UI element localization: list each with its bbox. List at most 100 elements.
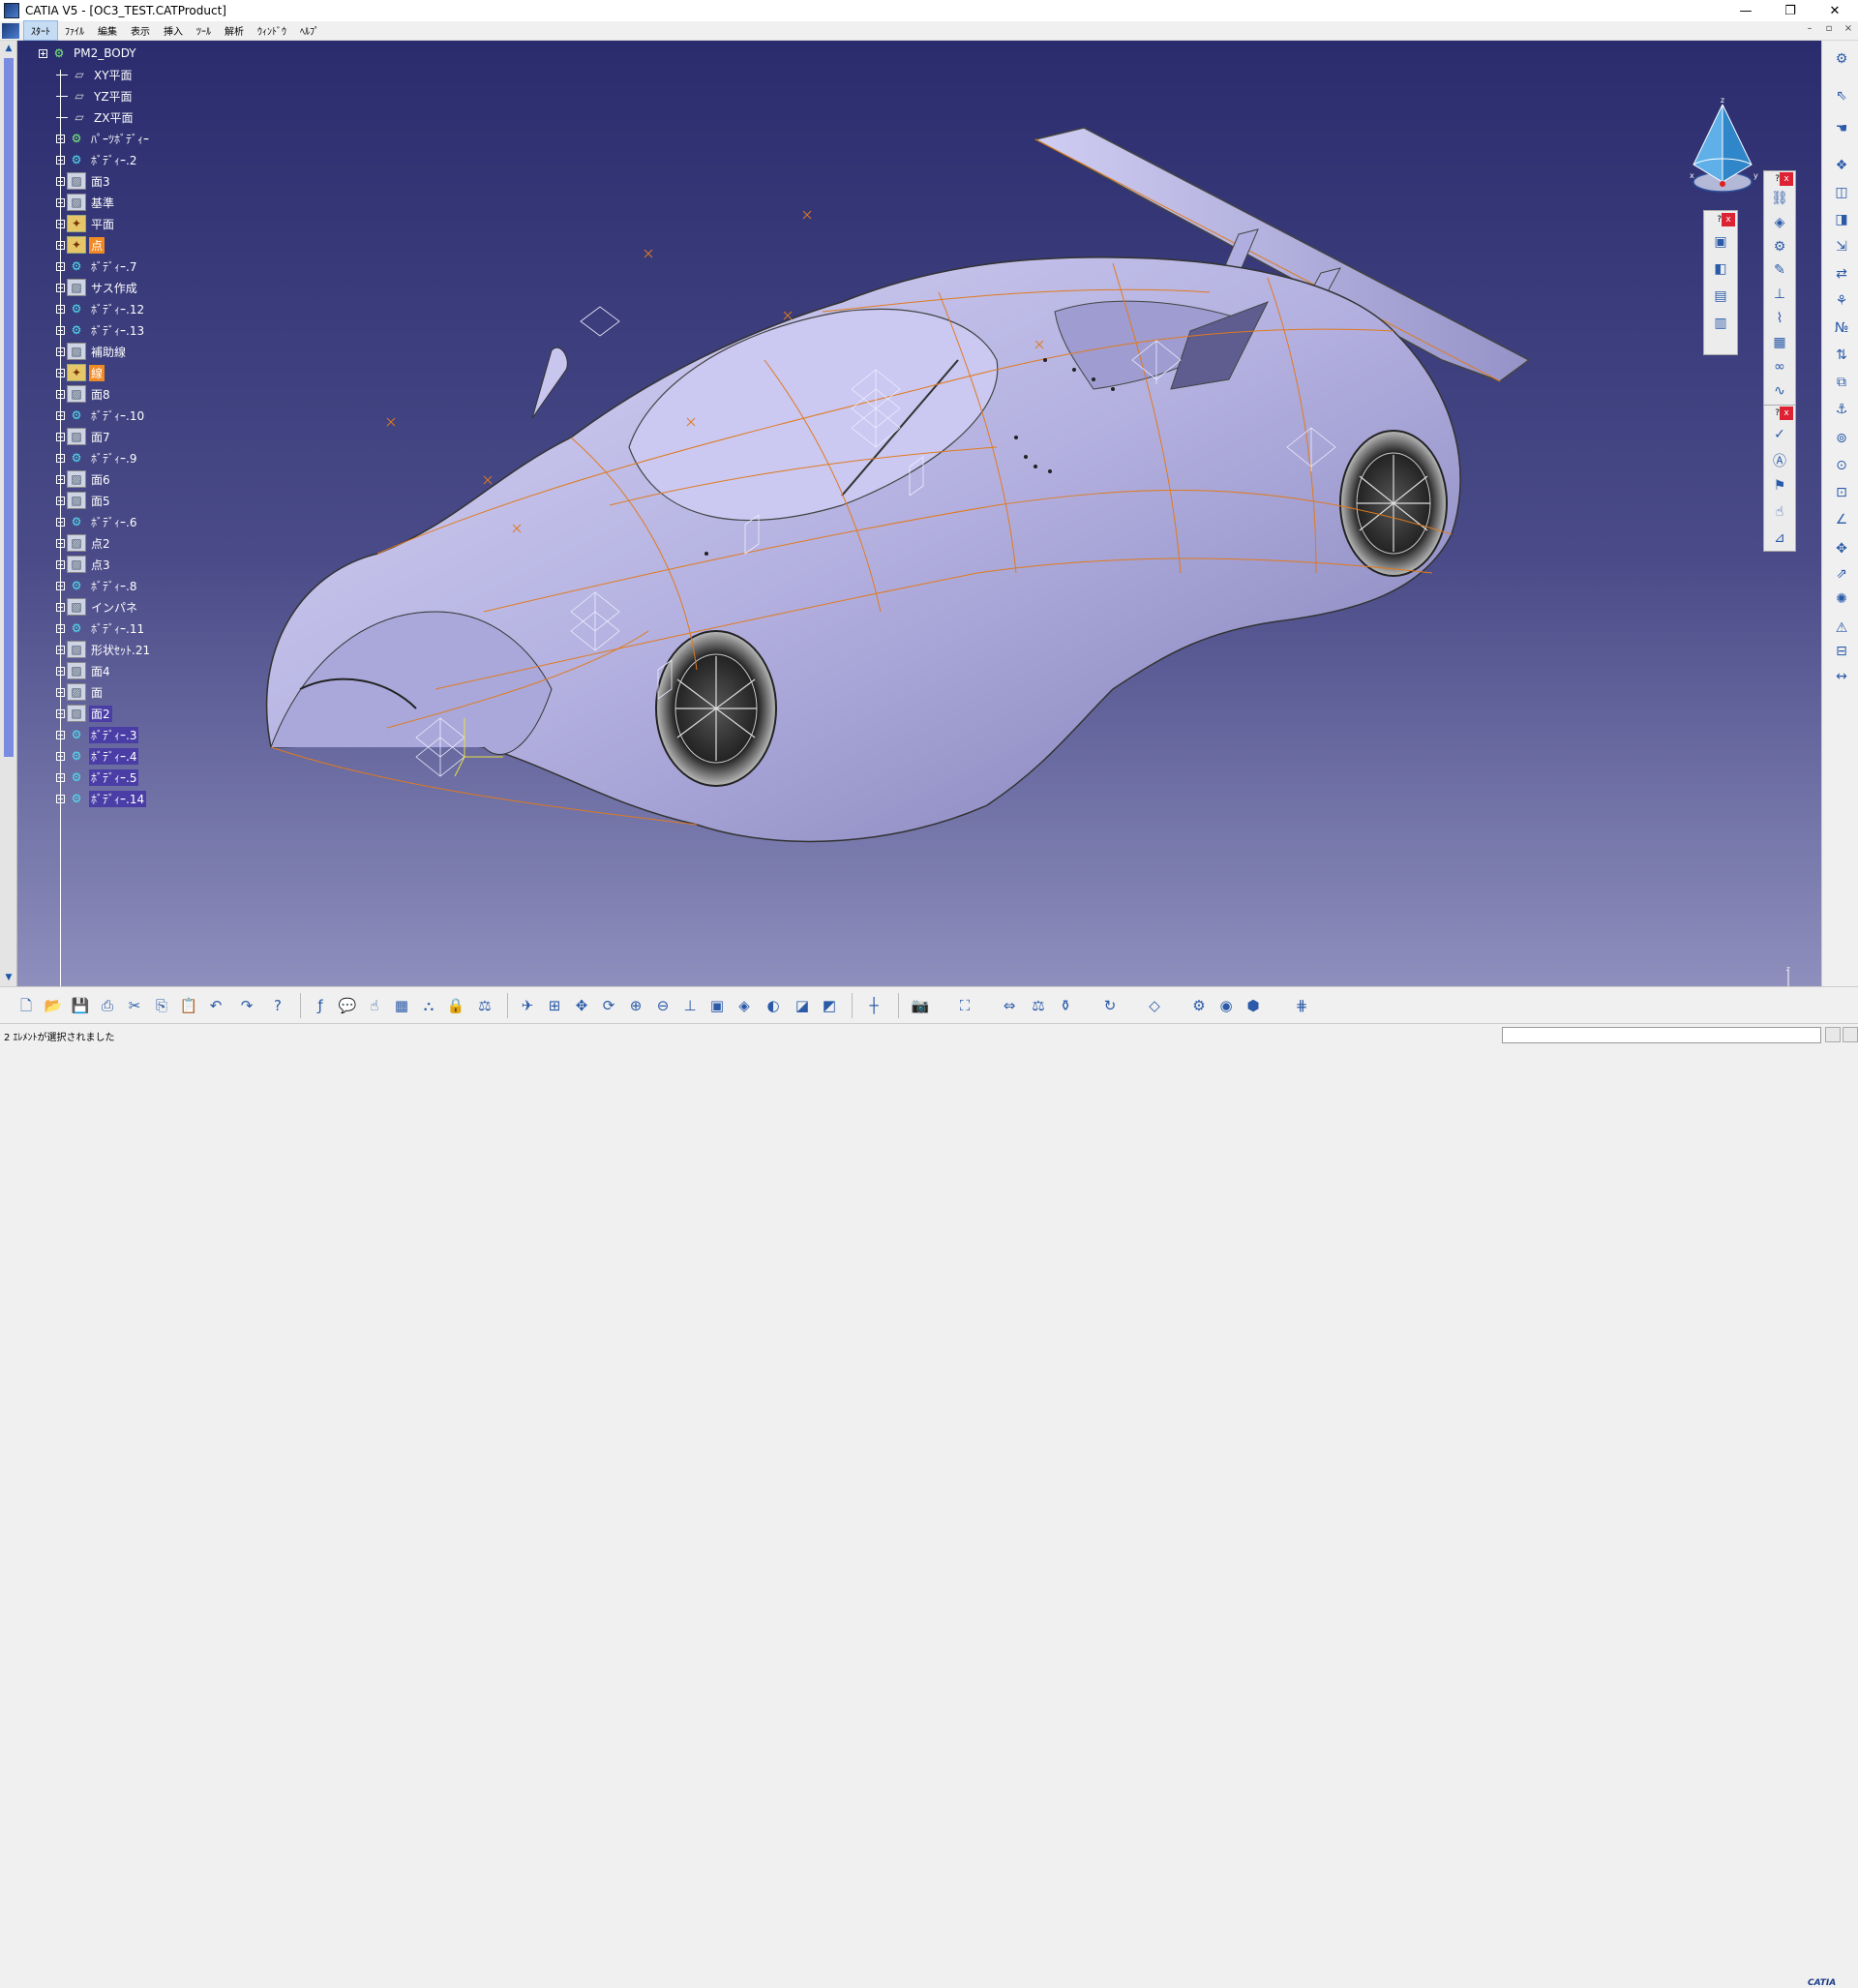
tree-node[interactable]: ▨ 面 xyxy=(56,681,105,703)
expand-icon[interactable] xyxy=(56,538,65,548)
lock-icon[interactable]: 🔒 xyxy=(445,995,466,1016)
command-input[interactable] xyxy=(1502,1027,1821,1043)
box-icon[interactable]: ◈ xyxy=(1769,213,1790,231)
tree-node[interactable]: ⚙ ﾎﾞﾃﾞｨｰ.4 xyxy=(56,745,139,767)
tree-node[interactable]: ⚙ ﾎﾞﾃﾞｨｰ.11 xyxy=(56,617,146,639)
tree-node[interactable]: ⚙ ﾎﾞﾃﾞｨｰ.13 xyxy=(56,319,146,341)
redo-icon[interactable]: ↷ xyxy=(236,995,257,1016)
floating-toolbar-1[interactable]: ? x ▣ ◧ ▤ ▥ xyxy=(1703,210,1738,355)
tree-node[interactable]: ⚙ ﾎﾞﾃﾞｨｰ.12 xyxy=(56,298,146,319)
tree-node[interactable]: ⚙ ﾎﾞﾃﾞｨｰ.14 xyxy=(56,788,147,809)
expand-icon[interactable] xyxy=(56,772,65,782)
expand-icon[interactable] xyxy=(56,219,65,228)
menu-window[interactable]: ｳｨﾝﾄﾞｳ xyxy=(251,21,293,40)
text-annotation-icon[interactable]: Ⓐ xyxy=(1769,451,1790,471)
tree-node[interactable]: ▨ インパネ xyxy=(56,596,139,617)
bottle-icon[interactable]: ⚱ xyxy=(1055,995,1076,1016)
multi-view-icon[interactable]: ▣ xyxy=(706,995,728,1016)
open-file-icon[interactable]: 📂 xyxy=(43,995,64,1016)
frame-icon[interactable]: ▦ xyxy=(1769,334,1790,352)
gears-tool-icon[interactable]: ⚙ xyxy=(1831,48,1852,70)
tree-node[interactable]: ⚙ ﾊﾟｰﾂﾎﾞﾃﾞｨｰ xyxy=(56,128,151,149)
tree-node[interactable]: ▨ 面5 xyxy=(56,490,112,511)
explode-icon[interactable]: ✺ xyxy=(1831,588,1852,610)
move-icon[interactable]: ✥ xyxy=(1831,538,1852,559)
tree-node[interactable]: ▨ 面6 xyxy=(56,468,112,490)
menu-analysis[interactable]: 解析 xyxy=(218,21,251,40)
status-button-2[interactable] xyxy=(1843,1027,1858,1042)
formula-icon[interactable]: ƒ xyxy=(310,995,331,1016)
scrollbar-thumb[interactable] xyxy=(4,58,14,757)
iso-view-icon[interactable]: ◈ xyxy=(734,995,755,1016)
cut-icon[interactable]: ✂ xyxy=(124,995,145,1016)
apply-material-icon[interactable]: ⬢ xyxy=(1243,995,1264,1016)
offset-icon[interactable]: ⊡ xyxy=(1831,482,1852,503)
snap-icon[interactable]: ⇗ xyxy=(1831,563,1852,585)
tree-node[interactable]: ⚙ ﾎﾞﾃﾞｨｰ.8 xyxy=(56,575,138,596)
expand-icon[interactable] xyxy=(56,474,65,484)
pencil-icon[interactable]: ✎ xyxy=(1769,261,1790,280)
menu-help[interactable]: ﾍﾙﾌﾟ xyxy=(293,21,326,40)
zoom-in-icon[interactable]: ⊕ xyxy=(625,995,646,1016)
tree-node[interactable]: ▨ 形状ｾｯﾄ.21 xyxy=(56,639,152,660)
tree-node[interactable]: ▱ XY平面 xyxy=(56,64,135,85)
save-icon[interactable]: 💾 xyxy=(70,995,91,1016)
expand-icon[interactable] xyxy=(56,645,65,654)
grid-icon[interactable]: ⋕ xyxy=(1291,995,1312,1016)
coincidence-icon[interactable]: ⊚ xyxy=(1831,428,1852,449)
paste-icon[interactable]: 📋 xyxy=(178,995,199,1016)
tree-node[interactable]: ▨ 点2 xyxy=(56,532,112,554)
gears-icon[interactable]: ⚙ xyxy=(1769,237,1790,256)
link-icon[interactable]: ⛓ xyxy=(1769,189,1790,207)
collapse-icon[interactable] xyxy=(39,48,47,58)
expand-icon[interactable] xyxy=(56,581,65,590)
sectioning-icon[interactable]: ⊟ xyxy=(1831,641,1852,662)
doc-minimize-button[interactable]: – xyxy=(1802,23,1817,39)
doc-close-button[interactable]: × xyxy=(1841,23,1856,39)
tree-node[interactable]: ✦ 線 xyxy=(56,362,105,383)
toolbar-3-close-button[interactable]: x xyxy=(1780,407,1793,421)
minimize-button[interactable]: — xyxy=(1723,0,1768,21)
close-button[interactable]: ✕ xyxy=(1813,0,1857,21)
tree-node[interactable]: ▨ 基準 xyxy=(56,192,116,213)
tree-root[interactable]: ⚙ PM2_BODY xyxy=(39,43,138,64)
hand-touch-icon[interactable]: ☝ xyxy=(364,995,385,1016)
bond-icon[interactable]: ∞ xyxy=(1769,357,1790,376)
numbering-icon[interactable]: № xyxy=(1831,317,1852,339)
expand-icon[interactable] xyxy=(56,368,65,377)
knowledge-icon[interactable]: 💬 xyxy=(337,995,358,1016)
tree-node[interactable]: ▨ 面2 xyxy=(56,703,112,724)
normal-view-icon[interactable]: ⊥ xyxy=(679,995,701,1016)
tree-node[interactable]: ▨ 面7 xyxy=(56,426,112,447)
ordered-set-icon[interactable]: ▥ xyxy=(1710,313,1731,334)
tree-node[interactable]: ▨ 面3 xyxy=(56,170,112,192)
compass-widget[interactable]: z x y xyxy=(1684,96,1761,203)
toolbar-1-close-button[interactable]: x xyxy=(1722,213,1735,226)
inertia-icon[interactable]: ⚖ xyxy=(1028,995,1049,1016)
expand-icon[interactable] xyxy=(56,346,65,356)
rotate-icon[interactable]: ⟳ xyxy=(598,995,619,1016)
floating-toolbar-3[interactable]: ? x ✓ Ⓐ ⚑ ☝ ⊿ xyxy=(1763,405,1796,552)
tree-node[interactable]: ⚙ ﾎﾞﾃﾞｨｰ.9 xyxy=(56,447,138,468)
new-file-icon[interactable]: 🗋 xyxy=(15,995,37,1016)
menu-tools[interactable]: ﾂｰﾙ xyxy=(190,21,218,40)
menu-edit[interactable]: 編集 xyxy=(91,21,124,40)
reorder-icon[interactable]: ⇅ xyxy=(1831,345,1852,366)
expand-icon[interactable] xyxy=(56,410,65,420)
measure-tool-icon[interactable]: ┼ xyxy=(863,995,884,1016)
table-icon[interactable]: ▦ xyxy=(391,995,412,1016)
expand-icon[interactable] xyxy=(56,794,65,803)
expand-icon[interactable] xyxy=(56,389,65,399)
tree-node[interactable]: ✦ 点 xyxy=(56,234,105,256)
replace-icon[interactable]: ⇄ xyxy=(1831,263,1852,285)
graph-tree-icon[interactable]: ⚘ xyxy=(1831,290,1852,312)
render-icon[interactable]: ◉ xyxy=(1215,995,1237,1016)
expand-icon[interactable] xyxy=(56,240,65,250)
tree-node[interactable]: ✦ 平面 xyxy=(56,213,116,234)
tree-node[interactable]: ⚙ ﾎﾞﾃﾞｨｰ.5 xyxy=(56,767,139,788)
expand-icon[interactable] xyxy=(56,197,65,207)
tree-node[interactable]: ⚙ ﾎﾞﾃﾞｨｰ.6 xyxy=(56,511,138,532)
tree-scrollbar[interactable]: ▲ ▼ xyxy=(0,41,17,986)
expand-icon[interactable] xyxy=(56,496,65,505)
expand-icon[interactable] xyxy=(56,261,65,271)
